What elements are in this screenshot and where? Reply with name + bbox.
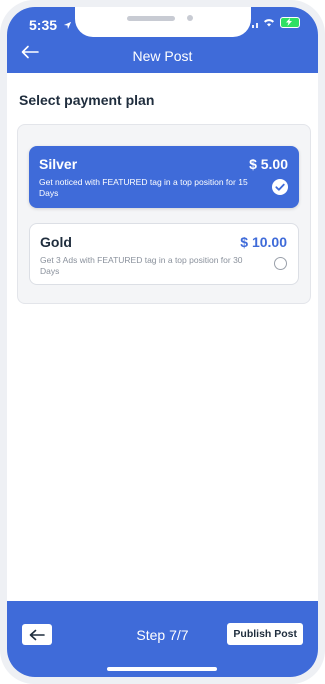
radio-button[interactable]	[274, 257, 287, 270]
status-time: 5:35	[29, 17, 72, 33]
status-time-text: 5:35	[29, 17, 58, 33]
battery-icon	[280, 17, 300, 28]
plan-list: Silver $ 5.00 Get noticed with FEATURED …	[17, 124, 311, 304]
plan-card-gold[interactable]: Gold $ 10.00 Get 3 Ads with FEATURED tag…	[29, 223, 299, 285]
section-title: Select payment plan	[19, 92, 155, 108]
plan-price: $ 10.00	[240, 234, 287, 250]
footer-bar: Step 7/7 Publish Post	[7, 601, 318, 677]
signal-icon	[252, 18, 258, 28]
location-arrow-icon	[63, 21, 72, 30]
app-header: 5:35 New Post	[7, 7, 318, 73]
plan-card-silver[interactable]: Silver $ 5.00 Get noticed with FEATURED …	[29, 146, 299, 208]
plan-name: Gold	[40, 234, 72, 250]
plan-description: Get noticed with FEATURED tag in a top p…	[39, 177, 248, 198]
plan-name: Silver	[39, 156, 78, 172]
device-notch	[75, 7, 251, 37]
page-title: New Post	[132, 48, 193, 64]
check-circle-icon[interactable]	[272, 179, 288, 195]
plan-price: $ 5.00	[249, 156, 288, 172]
publish-post-button[interactable]: Publish Post	[227, 623, 303, 645]
wifi-icon	[264, 19, 274, 27]
camera	[187, 15, 193, 21]
status-indicators	[252, 17, 300, 28]
screen: 5:35 New Post Select payment plan Silver…	[7, 7, 318, 677]
home-indicator	[107, 667, 217, 671]
plan-description: Get 3 Ads with FEATURED tag in a top pos…	[40, 255, 243, 276]
speaker	[127, 16, 175, 21]
phone-frame: 5:35 New Post Select payment plan Silver…	[0, 0, 325, 684]
